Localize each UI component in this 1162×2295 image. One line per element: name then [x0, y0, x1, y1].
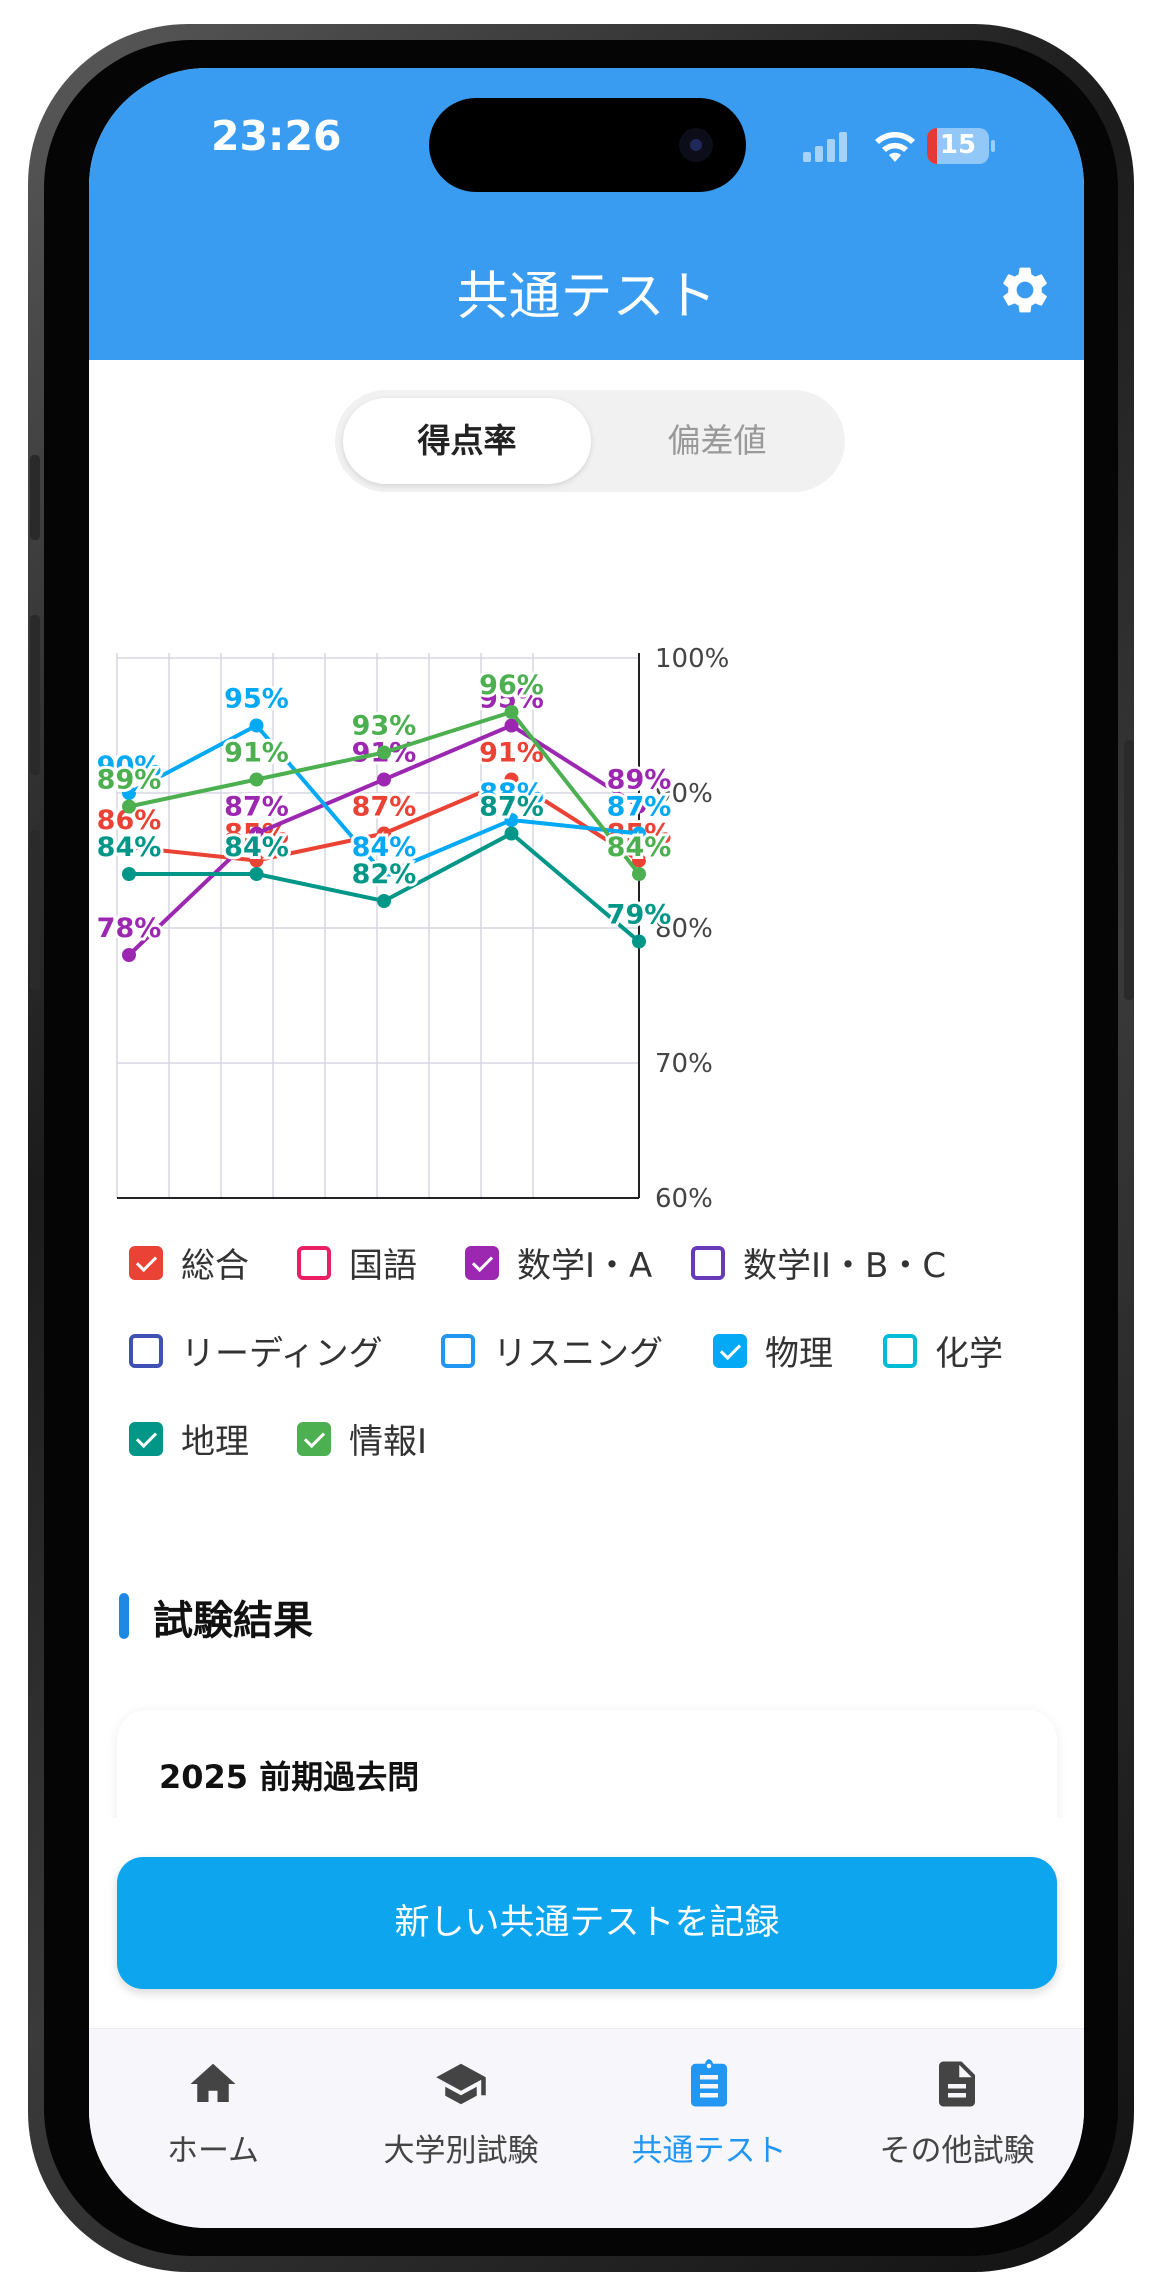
home-icon: [190, 2063, 236, 2102]
tab-other-exam[interactable]: その他試験: [833, 2057, 1081, 2170]
tab-university-exam[interactable]: 大学別試験: [337, 2057, 585, 2170]
legend-checkbox[interactable]: [465, 1245, 499, 1280]
legend-item[interactable]: 物理: [713, 1326, 833, 1375]
mode-segmented-control: 得点率 偏差値: [335, 390, 845, 492]
legend-checkbox[interactable]: [883, 1333, 917, 1368]
app-screen: 23:26 15 共通テスト 得点率 偏差値 100%90%80%70%60%1…: [89, 68, 1084, 2228]
document-icon: [939, 2061, 975, 2107]
section-accent-bar: [119, 1593, 129, 1639]
data-label: 87%: [479, 792, 544, 823]
page-title: 共通テスト: [456, 267, 717, 327]
legend-label: リスニング: [493, 1334, 663, 1374]
data-label: 82%: [352, 859, 417, 890]
y-tick-label: 60%: [655, 1184, 713, 1214]
data-label: 87%: [224, 792, 289, 823]
tab-common-test[interactable]: 共通テスト: [585, 2057, 833, 2170]
legend-checkbox[interactable]: [297, 1421, 331, 1456]
gear-icon[interactable]: [997, 262, 1053, 318]
legend-label: 化学: [935, 1334, 1003, 1374]
legend-checkbox[interactable]: [691, 1245, 725, 1280]
battery-icon: 15: [927, 128, 989, 164]
tab-label: その他試験: [879, 2133, 1035, 2169]
legend-item[interactable]: 数学I・A: [465, 1238, 652, 1287]
legend-label: リーディング: [181, 1334, 383, 1374]
wifi-icon: [875, 132, 915, 162]
dynamic-island: [429, 98, 746, 192]
signal-icon: [803, 132, 847, 162]
data-point: [504, 826, 519, 841]
score-chart: 100%90%80%70%60%12/2012/2701/0401/1001/1…: [94, 644, 730, 1214]
tab-home[interactable]: ホーム: [89, 2057, 337, 2170]
data-point: [377, 894, 391, 908]
legend-label: 数学I・A: [517, 1246, 653, 1286]
camera-icon: [679, 128, 713, 162]
side-button-left-1: [30, 455, 40, 540]
segment-deviation[interactable]: 偏差値: [597, 398, 837, 484]
legend-label: 情報I: [349, 1422, 428, 1462]
legend-item[interactable]: リーディング: [129, 1326, 383, 1375]
graduation-cap-icon: [436, 2063, 486, 2105]
record-new-test-button[interactable]: 新しい共通テストを記録: [117, 1857, 1057, 1989]
legend-checkbox[interactable]: [129, 1333, 163, 1368]
legend-label: 国語: [349, 1246, 417, 1286]
data-point: [377, 745, 391, 760]
data-point: [249, 867, 264, 881]
data-point: [122, 948, 136, 962]
legend-checkbox[interactable]: [713, 1333, 747, 1368]
data-point: [632, 867, 646, 881]
y-tick-label: 100%: [655, 644, 729, 674]
legend-item[interactable]: 情報I: [297, 1414, 427, 1463]
tab-label: 大学別試験: [383, 2133, 539, 2169]
side-button-left-2: [30, 615, 40, 775]
data-label: 87%: [352, 792, 417, 823]
app-header: 23:26 15 共通テスト: [89, 68, 1084, 360]
legend-label: 数学II・B・C: [743, 1246, 947, 1286]
legend-checkbox[interactable]: [441, 1333, 475, 1368]
legend-label: 地理: [181, 1422, 249, 1462]
data-label: 84%: [224, 832, 289, 863]
data-point: [122, 799, 136, 814]
side-button-right: [1124, 740, 1134, 1000]
clipboard-icon: [691, 2059, 727, 2107]
tab-label: ホーム: [166, 2133, 260, 2169]
legend-item[interactable]: 総合: [129, 1238, 249, 1287]
data-label: 95%: [224, 684, 289, 715]
legend-checkbox[interactable]: [129, 1421, 163, 1456]
legend-item[interactable]: 化学: [883, 1326, 1003, 1375]
data-label: 87%: [607, 792, 672, 823]
y-tick-label: 70%: [655, 1049, 713, 1079]
segment-score-rate[interactable]: 得点率: [343, 398, 591, 484]
legend-label: 物理: [765, 1334, 833, 1374]
data-point: [504, 705, 519, 719]
data-point: [632, 934, 646, 949]
data-point: [249, 718, 264, 733]
data-label: 91%: [224, 738, 289, 769]
data-label: 93%: [352, 711, 417, 742]
data-label: 79%: [607, 900, 672, 931]
data-label: 96%: [479, 670, 544, 701]
data-point: [377, 772, 391, 787]
legend-item[interactable]: 数学II・B・C: [691, 1238, 946, 1287]
legend-checkbox[interactable]: [297, 1245, 331, 1280]
exam-result-title: 2025 前期過去問: [159, 1758, 420, 1796]
legend-checkbox[interactable]: [129, 1245, 163, 1280]
legend-item[interactable]: 地理: [129, 1414, 249, 1463]
legend-item[interactable]: 国語: [297, 1238, 417, 1287]
battery-cap: [991, 140, 995, 152]
data-label: 84%: [97, 832, 162, 863]
data-label: 89%: [97, 765, 162, 796]
data-point: [249, 772, 264, 787]
status-time: 23:26: [211, 112, 342, 160]
legend-item[interactable]: リスニング: [441, 1326, 663, 1375]
data-point: [122, 867, 136, 881]
data-label: 84%: [607, 832, 672, 863]
battery-level: 15: [939, 130, 977, 160]
bottom-tab-bar: ホーム 大学別試験 共通テスト その他試験: [89, 2028, 1084, 2228]
side-button-left-3: [30, 830, 40, 990]
data-label: 78%: [97, 913, 162, 944]
tab-label: 共通テスト: [631, 2133, 787, 2169]
section-title: 試験結果: [153, 1598, 313, 1644]
legend-label: 総合: [181, 1246, 249, 1286]
